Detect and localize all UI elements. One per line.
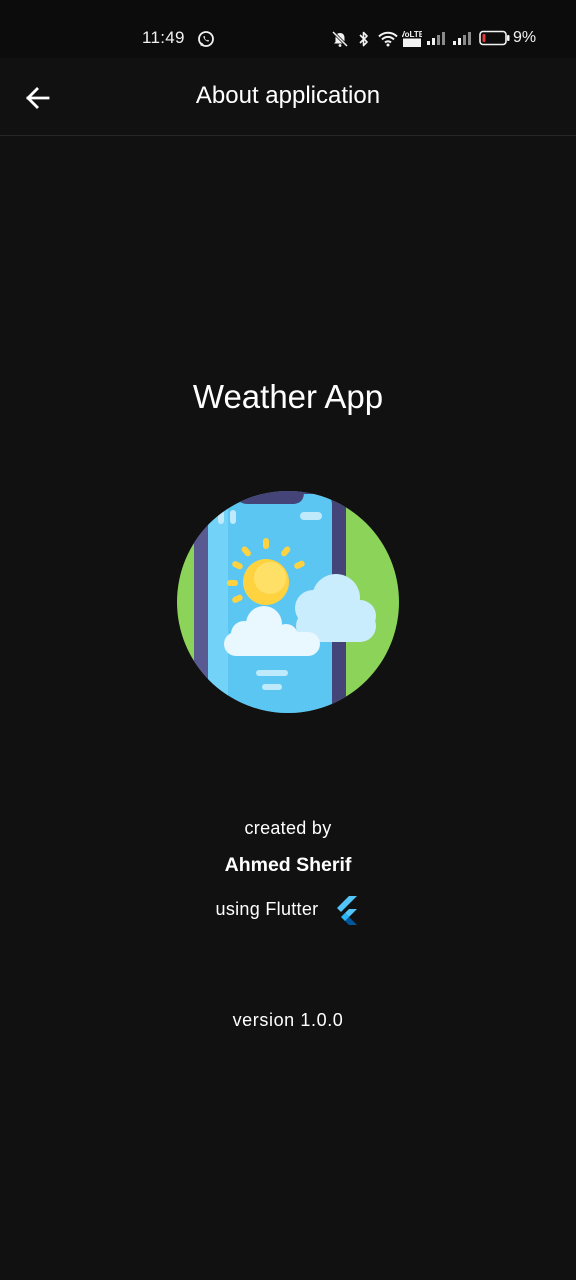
weather-app-phone-icon [177,491,399,713]
battery-icon [479,30,510,46]
bluetooth-icon [359,31,368,47]
signal-icon [453,32,471,45]
whatsapp-icon [198,31,214,47]
using-flutter-label: using Flutter [215,898,319,919]
version-label: version 1.0.0 [232,1010,344,1030]
app-bar: About application [0,58,576,136]
flutter-logo-icon [337,896,358,925]
volte-icon: VoLTE [402,30,422,47]
battery-percentage: 9% [513,29,537,46]
created-by-label: created by [244,818,332,838]
app-name: Weather App [192,378,384,415]
svg-text:VoLTE: VoLTE [402,30,422,39]
using-flutter-row: using Flutter [0,893,576,925]
status-bar: 11:49 VoLTE 9% [0,0,576,58]
signal-icon [427,32,445,45]
author-name: Ahmed Sherif [224,854,352,876]
status-time: 11:49 [142,28,185,47]
mute-icon [331,30,349,48]
page-title: About application [195,82,381,109]
wifi-icon [378,31,398,47]
